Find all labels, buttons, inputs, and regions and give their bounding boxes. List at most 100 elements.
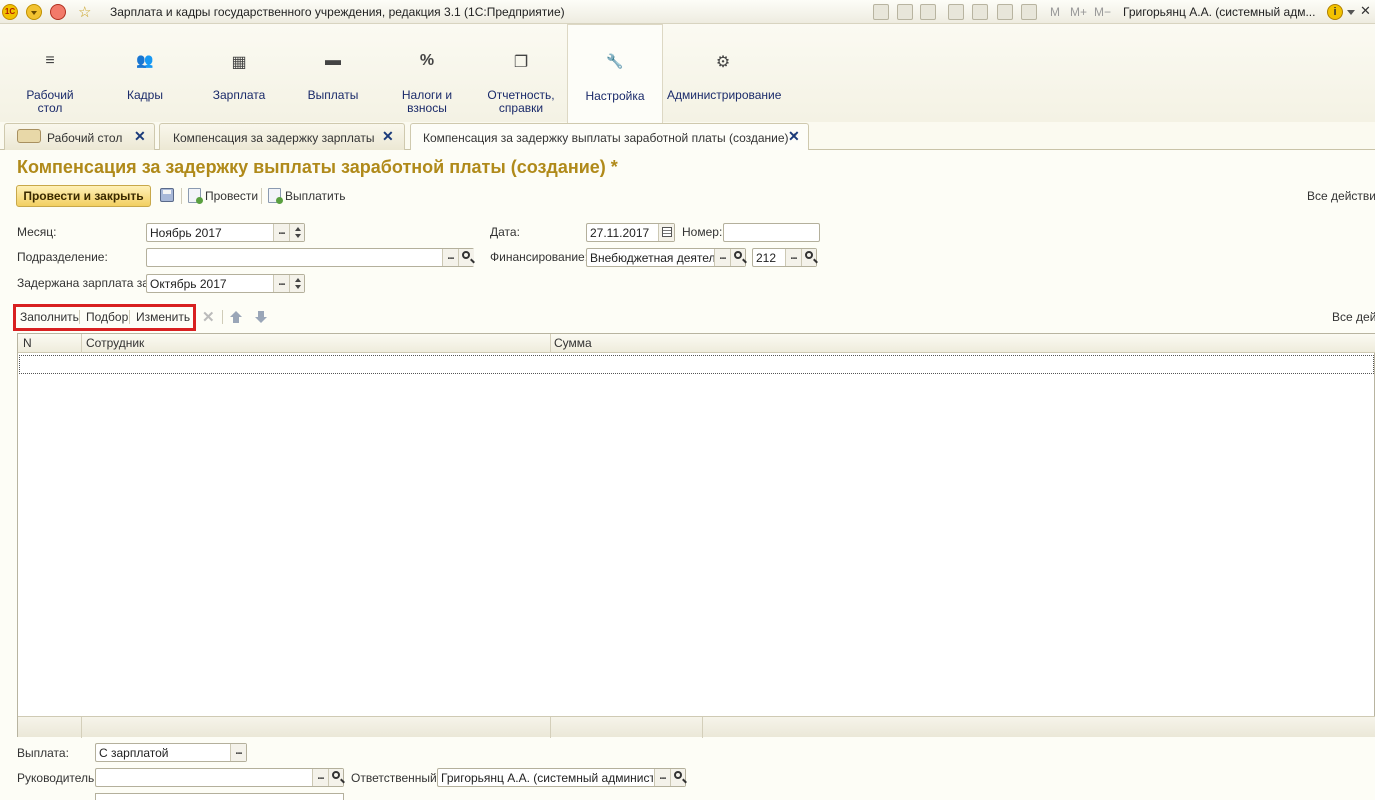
chevron-down-icon[interactable] [1347, 10, 1355, 15]
calculator-icon: ▦ [231, 54, 247, 71]
table-footer [18, 716, 1375, 738]
close-icon[interactable]: ✕ [1360, 3, 1371, 19]
move-up-icon[interactable] [230, 311, 242, 323]
post-icon [188, 188, 203, 204]
date-field[interactable]: 27.11.2017 [586, 223, 675, 242]
memory-button[interactable]: M [1050, 5, 1060, 19]
stop-icon[interactable] [50, 4, 66, 20]
section-reports[interactable]: ❐ Отчетность, справки [484, 24, 558, 122]
column-header-employee[interactable]: Сотрудник [86, 336, 144, 350]
section-administration[interactable]: ⚙ Администрирование [667, 24, 781, 122]
sections-panel: ≡ Рабочий стол 👥 Кадры ▦ Зарплата ▬ Выпл… [0, 24, 1375, 124]
toolbar-divider [261, 188, 262, 204]
close-icon[interactable]: ✕ [788, 128, 800, 145]
head-field[interactable]: ... [95, 768, 344, 787]
toolbar-divider [181, 188, 182, 204]
select-button[interactable]: ... [714, 249, 730, 266]
financing-field[interactable]: Внебюджетная деятельн ... [586, 248, 746, 267]
search-icon[interactable] [458, 249, 474, 266]
pick-button[interactable]: Подбор [86, 310, 128, 324]
close-icon[interactable]: ✕ [134, 128, 146, 145]
select-button[interactable]: ... [312, 769, 328, 786]
app-logo-icon[interactable]: 1C [2, 4, 18, 20]
tab-compensation-list[interactable]: Компенсация за задержку зарплаты ✕ [159, 123, 405, 150]
toolbar-divider [129, 310, 130, 324]
select-button[interactable]: ... [230, 744, 246, 761]
section-label: Отчетность, справки [487, 88, 555, 115]
department-field[interactable]: ... [146, 248, 474, 267]
delete-icon[interactable]: ✕ [202, 308, 215, 326]
number-field[interactable] [723, 223, 820, 242]
section-salary[interactable]: ▦ Зарплата [202, 24, 276, 122]
move-down-icon[interactable] [255, 311, 267, 323]
month-value: Ноябрь 2017 [150, 226, 222, 240]
column-header-amount[interactable]: Сумма [554, 336, 592, 350]
delayed-salary-label: Задержана зарплата за: [17, 276, 153, 290]
select-button[interactable]: ... [273, 224, 289, 241]
memory-plus-button[interactable]: M+ [1070, 5, 1087, 19]
section-label: Кадры [127, 88, 163, 102]
calendar-icon[interactable] [658, 224, 674, 241]
responsible-label: Ответственный: [351, 771, 441, 785]
month-field[interactable]: Ноябрь 2017 ... [146, 223, 305, 242]
financing-label: Финансирование: [490, 250, 589, 264]
table-all-actions-menu[interactable]: Все дейс [1332, 310, 1375, 324]
tab-label: Компенсация за задержку зарплаты [173, 131, 375, 145]
search-icon[interactable] [670, 769, 685, 786]
select-button[interactable]: ... [273, 275, 289, 292]
close-icon[interactable]: ✕ [382, 128, 394, 145]
section-settings[interactable]: 🔧 Настройка [567, 24, 663, 124]
select-button[interactable]: ... [785, 249, 801, 266]
tab-label: Рабочий стол [47, 131, 123, 145]
section-payments[interactable]: ▬ Выплаты [296, 24, 370, 122]
section-desktop[interactable]: ≡ Рабочий стол [14, 24, 86, 122]
search-icon[interactable] [328, 769, 343, 786]
tab-compensation-create[interactable]: Компенсация за задержку выплаты заработн… [410, 123, 809, 152]
calendar-icon[interactable] [1021, 4, 1037, 20]
current-user[interactable]: Григорьянц А.А. (системный адм... [1123, 5, 1315, 19]
financing-code-field[interactable]: 212 ... [752, 248, 817, 267]
wallet-icon: ▬ [325, 52, 341, 69]
delayed-salary-field[interactable]: Октябрь 2017 ... [146, 274, 305, 293]
section-label: Зарплата [212, 88, 266, 102]
select-button[interactable]: ... [654, 769, 670, 786]
calculator-icon[interactable] [997, 4, 1013, 20]
responsible-field[interactable]: Григорьянц А.А. (системный администрат .… [437, 768, 686, 787]
spinner-icon[interactable] [289, 224, 304, 241]
section-label: Выплаты [307, 88, 359, 102]
save-icon[interactable] [160, 188, 174, 202]
cut-off-field[interactable] [95, 793, 344, 800]
tab-desktop[interactable]: Рабочий стол ✕ [4, 123, 155, 150]
table-row[interactable] [19, 355, 1374, 374]
pay-button[interactable]: Выплатить [285, 189, 346, 203]
column-divider [702, 717, 703, 738]
post-and-close-button[interactable]: Провести и закрыть [16, 185, 151, 207]
search-icon[interactable] [801, 249, 816, 266]
select-button[interactable]: ... [442, 249, 458, 266]
search-icon[interactable] [730, 249, 745, 266]
favorites-star-icon[interactable]: ☆ [78, 3, 91, 21]
history-icon[interactable] [972, 4, 988, 20]
change-button[interactable]: Изменить [136, 310, 190, 324]
fill-button[interactable]: Заполнить [20, 310, 79, 324]
add-favorite-icon[interactable] [948, 4, 964, 20]
column-divider [81, 334, 82, 353]
memory-minus-button[interactable]: M− [1094, 5, 1111, 19]
print-icon[interactable] [897, 4, 913, 20]
spinner-icon[interactable] [289, 275, 304, 292]
preview-icon[interactable] [920, 4, 936, 20]
post-button[interactable]: Провести [205, 189, 258, 203]
save-icon[interactable] [873, 4, 889, 20]
column-header-number[interactable]: N [23, 336, 32, 350]
info-icon[interactable]: i [1327, 4, 1343, 20]
month-label: Месяц: [17, 225, 57, 239]
employees-table[interactable]: N Сотрудник Сумма [17, 333, 1375, 738]
financing-code-value: 212 [756, 251, 777, 265]
column-divider [81, 717, 82, 738]
all-actions-menu[interactable]: Все действия [1307, 189, 1375, 203]
section-personnel[interactable]: 👥 Кадры [108, 24, 182, 122]
section-label: Рабочий стол [26, 88, 74, 115]
payment-field[interactable]: С зарплатой ... [95, 743, 247, 762]
section-taxes[interactable]: % Налоги и взносы [390, 24, 464, 122]
main-menu-icon[interactable] [26, 4, 42, 20]
